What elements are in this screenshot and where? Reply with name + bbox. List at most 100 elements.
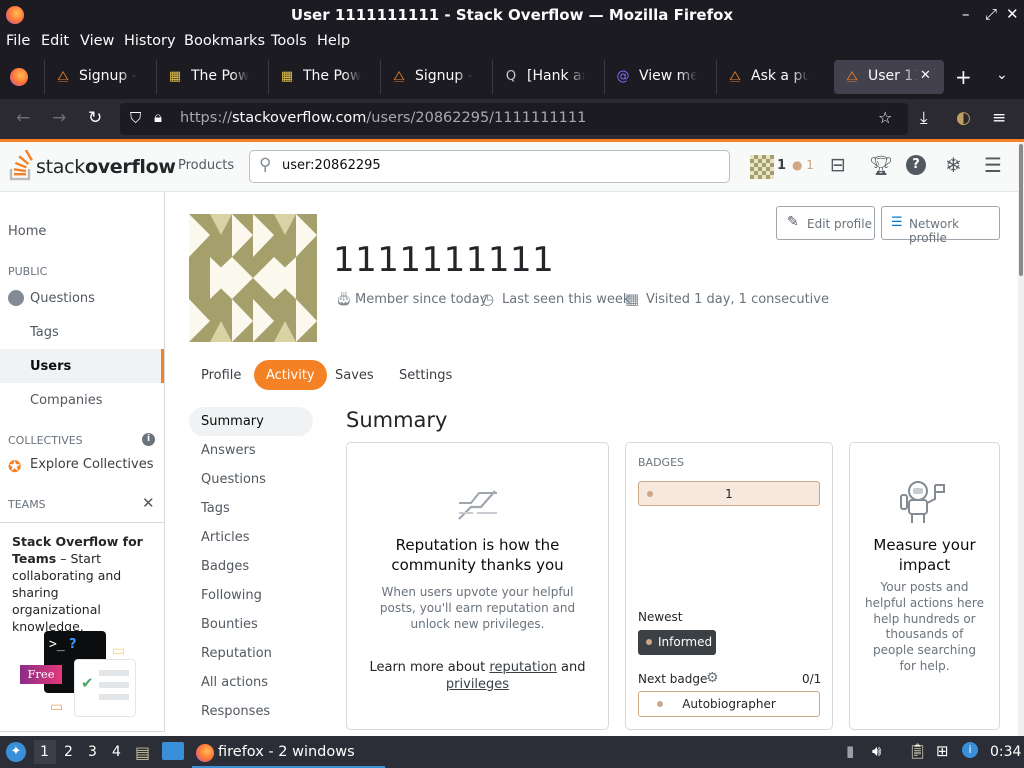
- menu-view[interactable]: View: [80, 33, 114, 49]
- downloads-icon[interactable]: ⤓: [920, 108, 928, 128]
- close-tab-icon[interactable]: ✕: [920, 68, 931, 83]
- volume-icon[interactable]: 🔊︎: [872, 742, 881, 760]
- search-input[interactable]: [282, 158, 702, 173]
- activity-nav-all-actions[interactable]: All actions: [189, 668, 313, 697]
- activity-nav-reputation[interactable]: Reputation: [189, 639, 313, 668]
- reload-icon[interactable]: ↻: [88, 108, 102, 128]
- user-avatar[interactable]: [750, 155, 774, 179]
- reputation-count: 1: [777, 158, 787, 173]
- tab-signup-2[interactable]: ⧋ Signup - Stack Overflow: [380, 60, 492, 94]
- url-bar[interactable]: ⛉ 🔒︎ https://stackoverflow.com/users/208…: [120, 103, 908, 135]
- activity-nav-tags[interactable]: Tags: [189, 494, 313, 523]
- forward-arrow-icon[interactable]: →: [52, 108, 66, 128]
- activity-nav-summary[interactable]: Summary: [189, 407, 313, 436]
- help-icon[interactable]: ?: [906, 155, 926, 175]
- reputation-card: Reputation is how the community thanks y…: [346, 442, 609, 730]
- show-desktop-icon[interactable]: [162, 742, 184, 760]
- activity-nav-questions[interactable]: Questions: [189, 465, 313, 494]
- url-text[interactable]: https://stackoverflow.com/users/20862295…: [180, 110, 586, 126]
- lock-icon[interactable]: 🔒︎: [154, 108, 162, 126]
- close-teams-icon[interactable]: ✕: [142, 494, 155, 512]
- review-snowflake-icon[interactable]: ❄: [945, 153, 962, 177]
- nav-home[interactable]: Home: [8, 224, 46, 239]
- question-mark-icon: ?: [69, 637, 77, 652]
- newest-badge-informed[interactable]: Informed: [638, 630, 716, 655]
- at-icon: @: [616, 69, 630, 84]
- file-manager-icon[interactable]: ▤: [135, 743, 150, 762]
- tab-signup-1[interactable]: ⧋ Signup - Stack Overflow: [44, 60, 156, 94]
- notification-info-icon[interactable]: i: [962, 742, 978, 758]
- reputation-link[interactable]: reputation: [489, 660, 557, 675]
- maximize-icon[interactable]: ⤢: [985, 5, 997, 23]
- site-switcher-icon[interactable]: ☰: [984, 153, 1002, 177]
- menu-history[interactable]: History: [124, 33, 176, 49]
- battery-icon[interactable]: ▮: [846, 742, 854, 760]
- stackoverflow-logo-text[interactable]: stackoverflow: [36, 156, 176, 178]
- extension-icon[interactable]: ◐: [956, 108, 971, 128]
- tab-list-chevron-down-icon[interactable]: ⌄: [996, 67, 1008, 83]
- menu-tools[interactable]: Tools: [271, 33, 307, 49]
- tab-settings[interactable]: Settings: [387, 360, 464, 390]
- page-scrollbar[interactable]: [1018, 142, 1024, 736]
- firefox-view-icon[interactable]: [10, 68, 28, 86]
- learn-more-and: and: [556, 660, 586, 675]
- tab-user-profile[interactable]: ⧋ User 1111111111 ✕: [834, 60, 944, 94]
- newest-badge-label: Informed: [658, 635, 713, 649]
- tab-powder-toy-1[interactable]: ▦ The Powder Toy: [156, 60, 268, 94]
- menu-bookmarks[interactable]: Bookmarks: [184, 33, 265, 49]
- network-profile-button[interactable]: ☰ Network profile: [881, 206, 1000, 245]
- inbox-icon[interactable]: ⊟: [830, 154, 846, 176]
- minimize-icon[interactable]: –: [962, 5, 970, 23]
- tab-saves[interactable]: Saves: [323, 360, 386, 390]
- gear-icon[interactable]: ⚙: [706, 670, 719, 686]
- products-link[interactable]: Products: [178, 158, 234, 173]
- bronze-badges-bar[interactable]: 1: [638, 481, 820, 506]
- bookmark-star-icon[interactable]: ☆: [878, 108, 892, 127]
- nav-users-active[interactable]: Users: [0, 349, 164, 383]
- network-icon[interactable]: ⊞: [936, 742, 949, 760]
- next-badge-autobiographer[interactable]: Autobiographer: [638, 691, 820, 717]
- nav-tags[interactable]: Tags: [30, 325, 59, 340]
- info-icon[interactable]: i: [142, 433, 155, 446]
- workspace-2[interactable]: 2: [64, 744, 73, 760]
- tab-hank[interactable]: Q [Hank and: [492, 60, 604, 94]
- tab-ask-question[interactable]: ⧋ Ask a public question: [716, 60, 828, 94]
- activity-nav-badges[interactable]: Badges: [189, 552, 313, 581]
- nav-questions[interactable]: Questions: [30, 291, 95, 306]
- activity-nav-bounties[interactable]: Bounties: [189, 610, 313, 639]
- achievements-trophy-icon[interactable]: 🏆︎: [869, 154, 893, 177]
- next-badge-progress: 0/1: [802, 672, 822, 686]
- workspace-4[interactable]: 4: [112, 744, 121, 760]
- visited-days: Visited 1 day, 1 consecutive: [646, 292, 829, 307]
- activity-nav-responses[interactable]: Responses: [189, 697, 313, 726]
- left-sidebar: Home PUBLIC Questions Tags Users Compani…: [0, 192, 165, 732]
- tab-profile[interactable]: Profile: [189, 360, 253, 390]
- tab-view-messages[interactable]: @ View messages: [604, 60, 716, 94]
- stackoverflow-logo-icon[interactable]: [8, 150, 34, 182]
- start-menu-icon[interactable]: ✦: [6, 742, 26, 762]
- workspace-3[interactable]: 3: [88, 744, 97, 760]
- clipboard-icon[interactable]: 📋︎: [908, 742, 927, 760]
- close-window-icon[interactable]: ✕: [1006, 5, 1019, 23]
- nav-explore-collectives[interactable]: Explore Collectives: [30, 457, 154, 472]
- workspace-1[interactable]: 1: [40, 744, 49, 760]
- new-tab-icon[interactable]: +: [955, 65, 972, 89]
- tab-activity[interactable]: Activity: [254, 360, 327, 390]
- activity-nav-following[interactable]: Following: [189, 581, 313, 610]
- hamburger-menu-icon[interactable]: ≡: [992, 108, 1006, 128]
- tab-powder-toy-2[interactable]: ▦ The Powder Toy: [268, 60, 380, 94]
- menu-edit[interactable]: Edit: [41, 33, 69, 49]
- scrollbar-thumb[interactable]: [1019, 144, 1023, 276]
- nav-companies[interactable]: Companies: [30, 393, 103, 408]
- search-box[interactable]: ⚲: [249, 150, 730, 183]
- menu-help[interactable]: Help: [317, 33, 350, 49]
- nav-users[interactable]: Users: [30, 359, 71, 374]
- menu-file[interactable]: File: [6, 33, 30, 49]
- back-arrow-icon[interactable]: ←: [16, 108, 30, 128]
- privileges-link[interactable]: privileges: [446, 677, 509, 692]
- activity-nav-articles[interactable]: Articles: [189, 523, 313, 552]
- activity-nav-answers[interactable]: Answers: [189, 436, 313, 465]
- shield-icon[interactable]: ⛉: [130, 109, 141, 127]
- edit-profile-button[interactable]: ✎ Edit profile: [776, 206, 875, 240]
- taskbar-firefox-task[interactable]: firefox - 2 windows: [192, 738, 385, 768]
